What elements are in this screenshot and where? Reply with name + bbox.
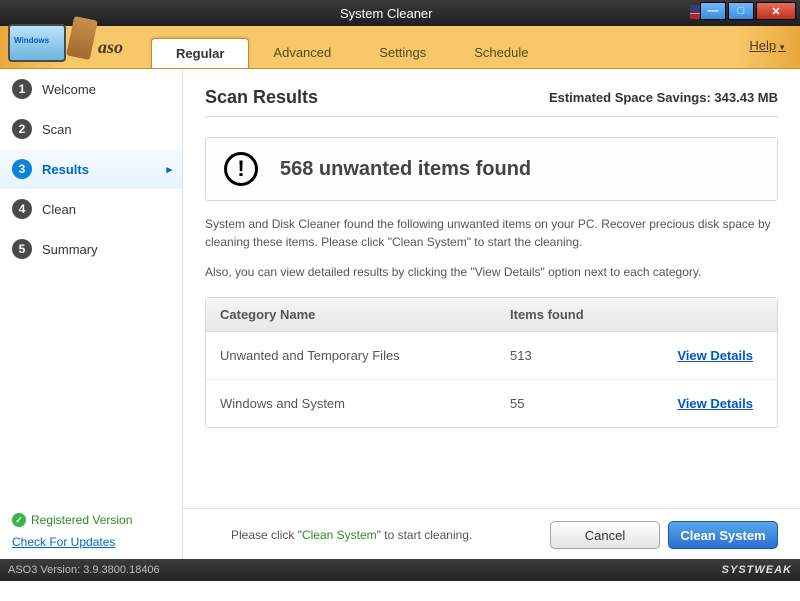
table-row: Windows and System 55 View Details xyxy=(206,380,777,427)
clean-system-button[interactable]: Clean System xyxy=(668,521,778,549)
brand-text: aso xyxy=(98,37,123,58)
cell-count: 55 xyxy=(510,396,660,411)
step-label: Results xyxy=(42,162,89,177)
description-2: Also, you can view detailed results by c… xyxy=(205,265,778,279)
chevron-down-icon: ▼ xyxy=(778,43,786,52)
step-results[interactable]: 3 Results xyxy=(0,149,182,189)
step-summary[interactable]: 5 Summary xyxy=(0,229,182,269)
maximize-button[interactable]: □ xyxy=(728,2,754,20)
status-bar: ASO3 Version: 3.9.3800.18406 SYSTWEAK xyxy=(0,559,800,581)
sidebar: 1Welcome 2Scan 3Results 4Clean 5Summary … xyxy=(0,69,183,559)
table-header: Category Name Items found xyxy=(206,298,777,332)
cancel-button[interactable]: Cancel xyxy=(550,521,660,549)
step-number: 3 xyxy=(12,159,32,179)
step-number: 5 xyxy=(12,239,32,259)
step-number: 1 xyxy=(12,79,32,99)
close-button[interactable]: ✕ xyxy=(756,2,796,20)
step-clean[interactable]: 4 Clean xyxy=(0,189,182,229)
alert-box: ! 568 unwanted items found xyxy=(205,137,778,201)
minimize-button[interactable]: — xyxy=(700,2,726,20)
tab-schedule[interactable]: Schedule xyxy=(450,38,552,68)
step-label: Scan xyxy=(42,122,72,137)
alert-text: 568 unwanted items found xyxy=(280,158,531,181)
check-updates-link[interactable]: Check For Updates xyxy=(12,535,115,549)
registered-badge: ✓ Registered Version xyxy=(12,513,170,527)
view-details-link[interactable]: View Details xyxy=(677,396,753,411)
step-label: Summary xyxy=(42,242,98,257)
check-icon: ✓ xyxy=(12,513,26,527)
top-nav: Windows aso Regular Advanced Settings Sc… xyxy=(0,26,800,69)
step-list: 1 Welcome 2 Scan 3 Results 4 Clean 5 Summary xyxy=(0,69,182,503)
window-title: System Cleaner xyxy=(340,6,432,21)
results-table: Category Name Items found Unwanted and T… xyxy=(205,297,778,428)
help-link[interactable]: Help▼ xyxy=(749,38,786,53)
col-actions xyxy=(660,307,763,322)
main-area: 1Welcome 2Scan 3Results 4Clean 5Summary … xyxy=(0,69,800,559)
sidebar-footer: ✓ Registered Version Check For Updates xyxy=(0,503,182,559)
step-number: 2 xyxy=(12,119,32,139)
col-items: Items found xyxy=(510,307,660,322)
estimated-label: Estimated Space Savings: xyxy=(549,90,714,105)
view-details-link[interactable]: View Details xyxy=(677,348,753,363)
content-header: Scan Results Estimated Space Savings: 34… xyxy=(205,87,778,117)
footer-message: Please click "Clean System" to start cle… xyxy=(205,528,542,542)
logo-icon: Windows xyxy=(8,24,86,72)
tab-advanced[interactable]: Advanced xyxy=(249,38,355,68)
page-title: Scan Results xyxy=(205,87,318,108)
table-row: Unwanted and Temporary Files 513 View De… xyxy=(206,332,777,380)
step-number: 4 xyxy=(12,199,32,219)
content-footer: Please click "Clean System" to start cle… xyxy=(183,508,800,549)
version-text: ASO3 Version: 3.9.3800.18406 xyxy=(8,564,160,576)
registered-label: Registered Version xyxy=(31,513,132,527)
tab-settings[interactable]: Settings xyxy=(355,38,450,68)
estimated-value: 343.43 MB xyxy=(714,90,778,105)
brand-footer: SYSTWEAK xyxy=(722,564,792,576)
step-welcome[interactable]: 1 Welcome xyxy=(0,69,182,109)
window-controls: — □ ✕ xyxy=(700,2,796,20)
cell-category: Unwanted and Temporary Files xyxy=(220,348,510,363)
estimated-savings: Estimated Space Savings: 343.43 MB xyxy=(549,90,778,105)
help-label: Help xyxy=(749,38,776,53)
step-scan[interactable]: 2 Scan xyxy=(0,109,182,149)
logo-label: Windows xyxy=(14,36,49,45)
title-bar: System Cleaner ▼ — □ ✕ xyxy=(0,0,800,26)
cell-category: Windows and System xyxy=(220,396,510,411)
content-panel: Scan Results Estimated Space Savings: 34… xyxy=(183,69,800,559)
step-label: Clean xyxy=(42,202,76,217)
step-label: Welcome xyxy=(42,82,96,97)
description-1: System and Disk Cleaner found the follow… xyxy=(205,215,778,251)
cell-count: 513 xyxy=(510,348,660,363)
tab-strip: Regular Advanced Settings Schedule xyxy=(151,38,552,68)
col-category: Category Name xyxy=(220,307,510,322)
warning-icon: ! xyxy=(224,152,258,186)
tab-regular[interactable]: Regular xyxy=(151,38,249,68)
